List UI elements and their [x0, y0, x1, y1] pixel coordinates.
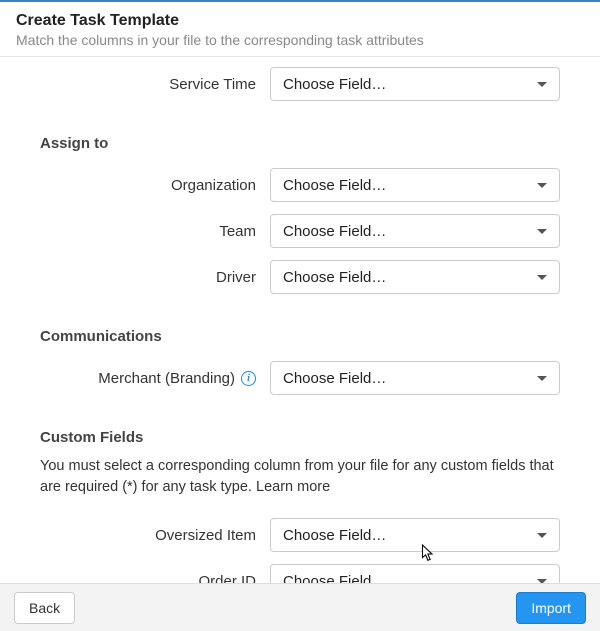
- select-oversized-item[interactable]: Choose Field…: [270, 518, 560, 552]
- dialog-title: Create Task Template: [16, 12, 584, 30]
- row-driver: Driver Choose Field…: [0, 254, 600, 300]
- select-value: Choose Field…: [283, 177, 386, 194]
- row-team: Team Choose Field…: [0, 208, 600, 254]
- row-order-id: Order ID Choose Field…: [0, 558, 600, 585]
- select-value: Choose Field…: [283, 76, 386, 93]
- import-button[interactable]: Import: [516, 592, 586, 624]
- dialog-footer: Back Import: [0, 583, 600, 631]
- section-custom-fields: Custom Fields: [0, 401, 600, 456]
- chevron-down-icon: [537, 229, 547, 234]
- label-organization: Organization: [0, 177, 270, 194]
- chevron-down-icon: [537, 533, 547, 538]
- custom-fields-description: You must select a corresponding column f…: [0, 456, 600, 512]
- label-team: Team: [0, 223, 270, 240]
- row-organization: Organization Choose Field…: [0, 162, 600, 208]
- select-merchant[interactable]: Choose Field…: [270, 361, 560, 395]
- section-assign-to: Assign to: [0, 107, 600, 162]
- select-organization[interactable]: Choose Field…: [270, 168, 560, 202]
- chevron-down-icon: [537, 82, 547, 87]
- select-team[interactable]: Choose Field…: [270, 214, 560, 248]
- label-oversized-item: Oversized Item: [0, 527, 270, 544]
- chevron-down-icon: [537, 183, 547, 188]
- dialog-body: Service Time Choose Field… Assign to Org…: [0, 57, 600, 585]
- select-service-time[interactable]: Choose Field…: [270, 67, 560, 101]
- label-service-time: Service Time: [0, 76, 270, 93]
- label-driver: Driver: [0, 269, 270, 286]
- info-icon[interactable]: i: [241, 371, 256, 386]
- select-value: Choose Field…: [283, 269, 386, 286]
- chevron-down-icon: [537, 376, 547, 381]
- learn-more-link[interactable]: Learn more: [256, 479, 330, 495]
- row-merchant: Merchant (Branding) i Choose Field…: [0, 355, 600, 401]
- chevron-down-icon: [537, 275, 547, 280]
- label-merchant: Merchant (Branding) i: [0, 370, 270, 387]
- select-driver[interactable]: Choose Field…: [270, 260, 560, 294]
- select-order-id[interactable]: Choose Field…: [270, 564, 560, 585]
- section-communications: Communications: [0, 300, 600, 355]
- row-oversized-item: Oversized Item Choose Field…: [0, 512, 600, 558]
- dialog-header: Create Task Template Match the columns i…: [0, 2, 600, 57]
- dialog-subtitle: Match the columns in your file to the co…: [16, 32, 584, 48]
- row-service-time: Service Time Choose Field…: [0, 57, 600, 107]
- back-button[interactable]: Back: [14, 592, 75, 624]
- select-value: Choose Field…: [283, 370, 386, 387]
- select-value: Choose Field…: [283, 223, 386, 240]
- select-value: Choose Field…: [283, 527, 386, 544]
- label-merchant-text: Merchant (Branding): [98, 370, 235, 387]
